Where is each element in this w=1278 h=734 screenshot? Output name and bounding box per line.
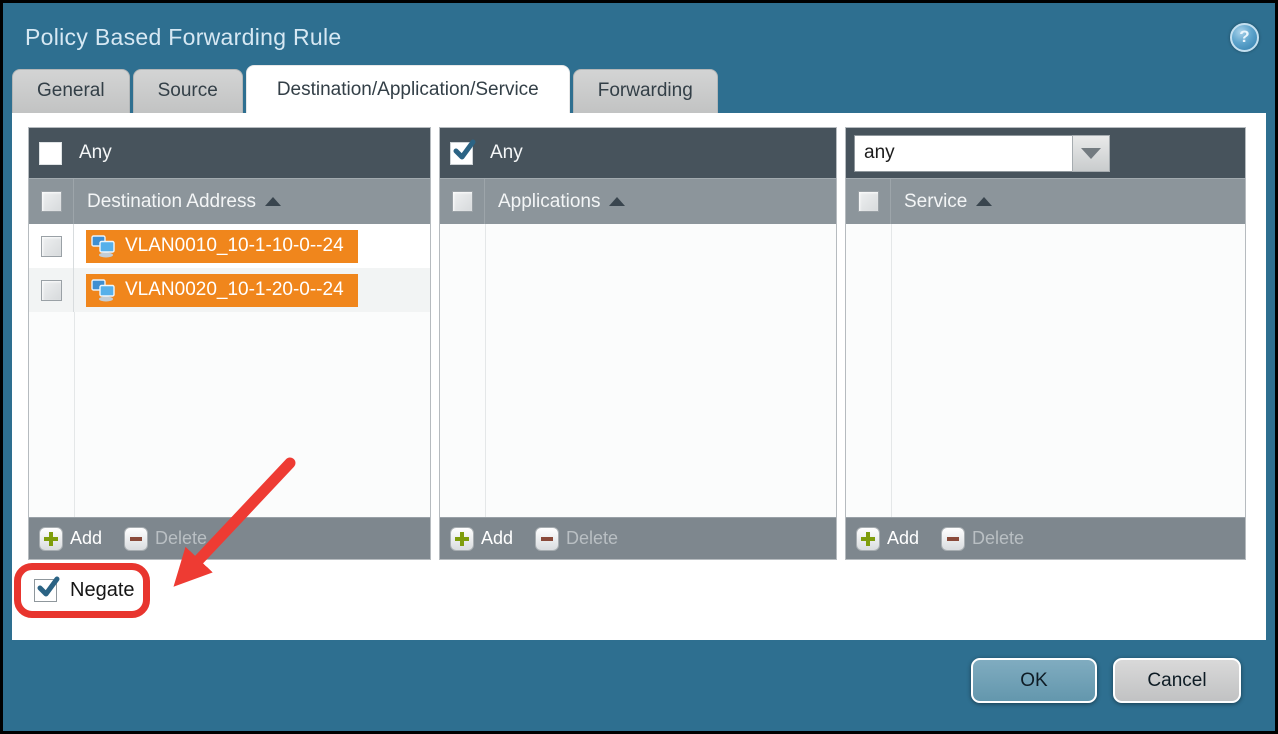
destination-select-all-checkbox[interactable] <box>41 191 62 212</box>
destination-address-panel: Any Destination Address <box>28 127 431 560</box>
applications-any-row: Any <box>440 128 836 178</box>
add-label: Add <box>481 528 513 549</box>
destination-column-header[interactable]: Destination Address <box>29 178 430 224</box>
applications-column-header[interactable]: Applications <box>440 178 836 224</box>
table-row[interactable]: VLAN0020_10-1-20-0--24 <box>29 268 430 312</box>
applications-select-all-checkbox[interactable] <box>452 191 473 212</box>
delete-button[interactable]: Delete <box>941 527 1024 551</box>
service-dropdown[interactable]: any <box>854 135 1110 172</box>
destination-any-checkbox[interactable] <box>39 142 62 165</box>
add-icon <box>450 527 474 551</box>
delete-label: Delete <box>155 528 207 549</box>
address-object-label: VLAN0010_10-1-10-0--24 <box>125 235 344 257</box>
delete-icon <box>535 527 559 551</box>
delete-icon <box>124 527 148 551</box>
destination-list: VLAN0010_10-1-10-0--24 VLAN0020_10-1-20-… <box>29 224 430 517</box>
help-icon[interactable]: ? <box>1230 23 1259 52</box>
sort-asc-icon <box>976 197 992 206</box>
table-row[interactable]: VLAN0010_10-1-10-0--24 <box>29 224 430 268</box>
add-icon <box>39 527 63 551</box>
service-select-all-checkbox[interactable] <box>858 191 879 212</box>
tab-bar: General Source Destination/Application/S… <box>3 61 1275 113</box>
delete-icon <box>941 527 965 551</box>
tab-general[interactable]: General <box>12 69 130 113</box>
service-column-header[interactable]: Service <box>846 178 1245 224</box>
column-divider <box>485 224 486 517</box>
destination-any-row: Any <box>29 128 430 178</box>
applications-any-label: Any <box>490 142 523 164</box>
sort-asc-icon <box>265 197 281 206</box>
dialog-title: Policy Based Forwarding Rule <box>25 24 342 51</box>
chevron-down-icon <box>1081 148 1101 159</box>
panels: Any Destination Address <box>12 113 1266 560</box>
service-list <box>846 224 1245 517</box>
add-button[interactable]: Add <box>39 527 102 551</box>
negate-checkbox[interactable] <box>34 579 57 602</box>
delete-button[interactable]: Delete <box>124 527 207 551</box>
service-dropdown-value: any <box>854 135 1072 172</box>
pbf-rule-dialog: Policy Based Forwarding Rule ? General S… <box>0 0 1278 734</box>
applications-panel: Any Applications Add <box>439 127 837 560</box>
service-dropdown-row: any <box>846 128 1245 178</box>
service-column-title: Service <box>904 191 967 213</box>
ok-button[interactable]: OK <box>971 658 1097 703</box>
checkmark-icon <box>452 139 475 162</box>
address-object-chip[interactable]: VLAN0010_10-1-10-0--24 <box>86 230 358 263</box>
tab-source[interactable]: Source <box>133 69 243 113</box>
service-panel: any Service <box>845 127 1246 560</box>
network-object-icon <box>91 278 117 302</box>
applications-list <box>440 224 836 517</box>
applications-toolbar: Add Delete <box>440 517 836 559</box>
service-toolbar: Add Delete <box>846 517 1245 559</box>
dropdown-button[interactable] <box>1072 135 1110 172</box>
add-icon <box>856 527 880 551</box>
dialog-footer: OK Cancel <box>3 640 1275 731</box>
delete-label: Delete <box>972 528 1024 549</box>
address-object-chip[interactable]: VLAN0020_10-1-20-0--24 <box>86 274 358 307</box>
tab-forwarding[interactable]: Forwarding <box>573 69 718 113</box>
negate-label: Negate <box>70 579 135 602</box>
sort-asc-icon <box>609 197 625 206</box>
destination-toolbar: Add Delete <box>29 517 430 559</box>
negate-highlight-box: Negate <box>14 563 150 618</box>
delete-button[interactable]: Delete <box>535 527 618 551</box>
checkmark-icon <box>36 576 59 599</box>
applications-column-title: Applications <box>498 191 600 213</box>
destination-column-title: Destination Address <box>87 191 256 213</box>
applications-any-checkbox[interactable] <box>450 142 473 165</box>
cancel-button[interactable]: Cancel <box>1113 658 1241 703</box>
column-divider <box>891 224 892 517</box>
row-checkbox[interactable] <box>41 280 62 301</box>
address-object-label: VLAN0020_10-1-20-0--24 <box>125 279 344 301</box>
row-checkbox[interactable] <box>41 236 62 257</box>
delete-label: Delete <box>566 528 618 549</box>
tab-content: Any Destination Address <box>12 113 1266 640</box>
add-button[interactable]: Add <box>450 527 513 551</box>
network-object-icon <box>91 234 117 258</box>
destination-any-label: Any <box>79 142 112 164</box>
tab-destination-application-service[interactable]: Destination/Application/Service <box>246 65 570 113</box>
add-label: Add <box>70 528 102 549</box>
add-label: Add <box>887 528 919 549</box>
titlebar: Policy Based Forwarding Rule ? <box>3 3 1275 61</box>
add-button[interactable]: Add <box>856 527 919 551</box>
